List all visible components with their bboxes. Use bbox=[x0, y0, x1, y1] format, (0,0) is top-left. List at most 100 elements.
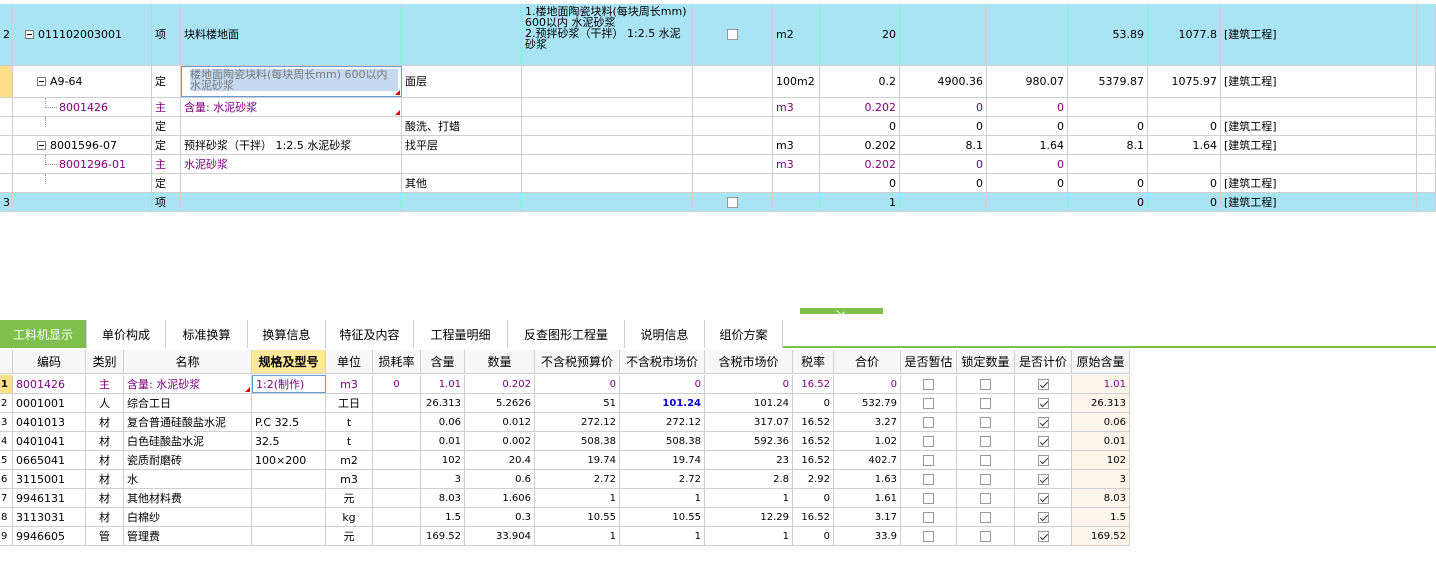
name-cell[interactable]: 白色硅酸盐水泥 bbox=[124, 432, 252, 450]
type-cell[interactable]: 项 bbox=[152, 4, 181, 65]
resource-row[interactable]: 3 0401013 材 复合普通硅酸盐水泥 P.C 32.5 t 0.06 0.012 272.… bbox=[0, 413, 1130, 432]
name-cell[interactable]: 楼地面陶瓷块料(每块周长mm) 600以内 水泥砂浆 bbox=[181, 66, 402, 97]
rate-cell[interactable]: 16.52 bbox=[793, 508, 834, 526]
profession-cell[interactable]: [建筑工程] bbox=[1221, 117, 1417, 135]
column-header[interactable]: 税率 bbox=[793, 350, 834, 373]
work-content-cell[interactable]: 其他 bbox=[402, 174, 522, 192]
priced-cell[interactable] bbox=[1015, 527, 1072, 545]
qty-cell[interactable]: 5.2626 bbox=[465, 394, 535, 412]
total-cell[interactable]: 0 bbox=[834, 375, 901, 393]
type-cell[interactable]: 项 bbox=[152, 193, 181, 211]
budget-cell[interactable]: 0 bbox=[535, 375, 620, 393]
checkbox-cell[interactable] bbox=[693, 4, 773, 65]
qty-cell[interactable]: 0.202 bbox=[820, 155, 900, 173]
qty-cell[interactable]: 0.3 bbox=[465, 508, 535, 526]
checkbox[interactable] bbox=[727, 29, 738, 40]
unit-cell[interactable] bbox=[773, 193, 820, 211]
loss-cell[interactable] bbox=[373, 413, 421, 431]
rate-cell[interactable]: 0 bbox=[793, 394, 834, 412]
c1-cell[interactable]: 0 bbox=[900, 155, 987, 173]
tax_market-cell[interactable]: 0 bbox=[705, 375, 793, 393]
est-cell[interactable] bbox=[901, 451, 957, 469]
loss-cell[interactable]: 0 bbox=[373, 375, 421, 393]
total-cell[interactable]: 1.63 bbox=[834, 470, 901, 488]
cat-cell[interactable]: 材 bbox=[86, 489, 124, 507]
total-cell[interactable]: 33.9 bbox=[834, 527, 901, 545]
c3-cell[interactable]: 0 bbox=[1068, 117, 1148, 135]
qty-cell[interactable]: 20.4 bbox=[465, 451, 535, 469]
work-content-cell[interactable] bbox=[402, 98, 522, 116]
budget-cell[interactable]: 2.72 bbox=[535, 470, 620, 488]
checkbox[interactable] bbox=[727, 196, 738, 208]
resource-row[interactable]: 8 3113031 材 白棉纱 kg 1.5 0.3 10.55 10.55 12.29 16.52… bbox=[0, 508, 1130, 527]
code-cell[interactable]: A9-64 bbox=[13, 66, 152, 97]
tax_market-cell[interactable]: 12.29 bbox=[705, 508, 793, 526]
lock-cell[interactable] bbox=[957, 508, 1015, 526]
c4-cell[interactable]: 1077.8 bbox=[1148, 4, 1221, 65]
loss-cell[interactable] bbox=[373, 489, 421, 507]
spec-cell[interactable]: P.C 32.5 bbox=[252, 413, 326, 431]
market-cell[interactable]: 19.74 bbox=[620, 451, 705, 469]
qty-cell[interactable]: 20 bbox=[820, 4, 900, 65]
profession-cell[interactable]: [建筑工程] bbox=[1221, 136, 1417, 154]
qty-cell[interactable]: 1 bbox=[820, 193, 900, 211]
loss-cell[interactable] bbox=[373, 451, 421, 469]
unit-cell[interactable]: m3 bbox=[773, 136, 820, 154]
quota-grid[interactable]: 2 011102003001 项 块料楼地面 1.楼地面陶瓷块料(每块周长mm) 600… bbox=[0, 0, 1436, 215]
resource-row[interactable]: 2 0001001 人 综合工日 工日 26.313 5.2626 51 101.24 101.2… bbox=[0, 394, 1130, 413]
c2-cell[interactable]: 0 bbox=[987, 98, 1068, 116]
total-cell[interactable]: 3.17 bbox=[834, 508, 901, 526]
tab-4[interactable]: 换算信息 bbox=[248, 320, 326, 348]
code-cell[interactable]: 9946605 bbox=[13, 527, 86, 545]
unit-cell[interactable]: m3 bbox=[326, 375, 373, 393]
est-cell[interactable] bbox=[901, 527, 957, 545]
checkbox[interactable] bbox=[1037, 530, 1049, 542]
spec-cell[interactable] bbox=[252, 508, 326, 526]
content-cell[interactable]: 102 bbox=[421, 451, 465, 469]
market-cell[interactable]: 508.38 bbox=[620, 432, 705, 450]
rate-cell[interactable]: 16.52 bbox=[793, 413, 834, 431]
qty-cell[interactable]: 0.012 bbox=[465, 413, 535, 431]
checkbox-cell[interactable] bbox=[693, 66, 773, 97]
work-content-cell[interactable] bbox=[402, 193, 522, 211]
code-cell[interactable]: 011102003001 bbox=[13, 4, 152, 65]
checkbox[interactable] bbox=[1037, 416, 1049, 428]
est-cell[interactable] bbox=[901, 375, 957, 393]
profession-cell[interactable]: [建筑工程] bbox=[1221, 66, 1417, 97]
column-header[interactable]: 名称 bbox=[124, 350, 252, 373]
content-cell[interactable]: 0.01 bbox=[421, 432, 465, 450]
profession-cell[interactable] bbox=[1221, 98, 1417, 116]
budget-cell[interactable]: 19.74 bbox=[535, 451, 620, 469]
unit-cell[interactable]: m3 bbox=[773, 155, 820, 173]
c3-cell[interactable]: 0 bbox=[1068, 193, 1148, 211]
profession-cell[interactable]: [建筑工程] bbox=[1221, 193, 1417, 211]
name-text[interactable]: 楼地面陶瓷块料(每块周长mm) 600以内 水泥砂浆 bbox=[190, 69, 398, 91]
spec-cell[interactable]: 32.5 bbox=[252, 432, 326, 450]
tab-3[interactable]: 标准换算 bbox=[166, 320, 248, 348]
lock-cell[interactable] bbox=[957, 432, 1015, 450]
column-header[interactable]: 不含税预算价 bbox=[535, 350, 620, 373]
rate-cell[interactable]: 16.52 bbox=[793, 451, 834, 469]
checkbox[interactable] bbox=[980, 473, 991, 485]
feature-cell[interactable] bbox=[522, 117, 693, 135]
lock-cell[interactable] bbox=[957, 470, 1015, 488]
unit-cell[interactable]: m2 bbox=[326, 451, 373, 469]
priced-cell[interactable] bbox=[1015, 489, 1072, 507]
cat-cell[interactable]: 材 bbox=[86, 470, 124, 488]
quota-row[interactable]: A9-64 定 楼地面陶瓷块料(每块周长mm) 600以内 水泥砂浆 面层 100m2 0… bbox=[0, 66, 1436, 98]
tax_market-cell[interactable]: 1 bbox=[705, 489, 793, 507]
market-cell[interactable]: 10.55 bbox=[620, 508, 705, 526]
lock-cell[interactable] bbox=[957, 451, 1015, 469]
code-cell[interactable]: 3113031 bbox=[13, 508, 86, 526]
c1-cell[interactable]: 8.1 bbox=[900, 136, 987, 154]
total-cell[interactable]: 532.79 bbox=[834, 394, 901, 412]
type-cell[interactable]: 定 bbox=[152, 66, 181, 97]
c2-cell[interactable]: 980.07 bbox=[987, 66, 1068, 97]
c4-cell[interactable]: 0 bbox=[1148, 174, 1221, 192]
unit-cell[interactable]: m3 bbox=[773, 98, 820, 116]
checkbox[interactable] bbox=[980, 397, 991, 409]
checkbox[interactable] bbox=[1037, 511, 1049, 523]
type-cell[interactable]: 定 bbox=[152, 117, 181, 135]
checkbox[interactable] bbox=[923, 378, 934, 390]
checkbox-cell[interactable] bbox=[693, 98, 773, 116]
